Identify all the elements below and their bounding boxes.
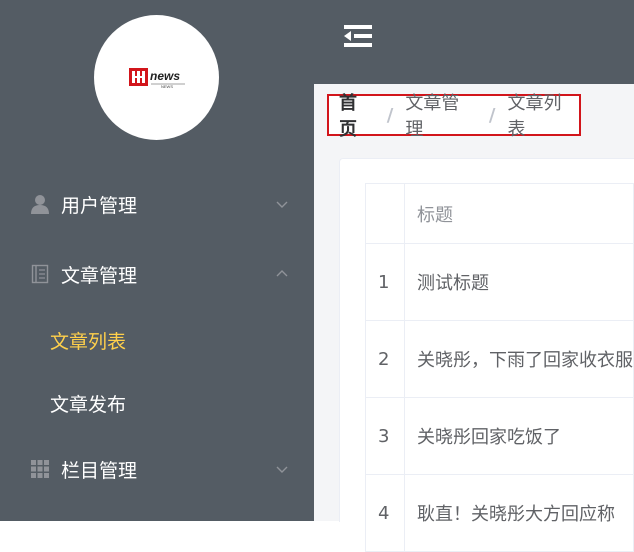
row-index: 1 (365, 243, 405, 321)
sidebar-item-user-management[interactable]: 用户管理 (0, 176, 314, 232)
table-header: 标题 (365, 183, 634, 244)
document-icon (30, 264, 50, 284)
row-title: 耿直！关晓彤大方回应称 (404, 474, 634, 552)
table-row[interactable]: 3 关晓彤回家吃饭了 (365, 397, 634, 475)
sidebar-subitem-article-publish[interactable]: 文章发布 (0, 375, 314, 431)
svg-text:NEWS: NEWS (161, 84, 173, 89)
sidebar-item-label: 文章管理 (61, 264, 138, 287)
chevron-down-icon (276, 466, 288, 473)
table-row[interactable]: 1 测试标题 (365, 243, 634, 321)
news-logo-icon: news NEWS (129, 66, 187, 90)
row-index: 3 (365, 397, 405, 475)
sidebar-item-article-management[interactable]: 文章管理 (0, 246, 314, 302)
breadcrumb-home[interactable]: 首页 (339, 89, 375, 141)
breadcrumb-article-management: 文章管理 (405, 93, 460, 140)
logo: news NEWS (94, 15, 219, 140)
table-row[interactable]: 4 耿直！关晓彤大方回应称 (365, 474, 634, 552)
svg-text:news: news (150, 69, 180, 83)
chevron-up-icon (276, 270, 288, 277)
row-index: 4 (365, 474, 405, 552)
sidebar-subitem-label: 文章列表 (50, 330, 127, 353)
sidebar-item-label: 用户管理 (61, 194, 138, 217)
breadcrumb-separator: / (386, 104, 394, 126)
row-title: 测试标题 (404, 243, 634, 321)
sidebar-item-column-management[interactable]: 栏目管理 (0, 441, 314, 497)
breadcrumb: 首页 / 文章管理 / 文章列表 (327, 93, 581, 140)
header-index (365, 183, 405, 244)
menu-fold-icon[interactable] (342, 24, 374, 48)
breadcrumb-separator: / (488, 104, 496, 126)
sidebar-item-label: 栏目管理 (61, 459, 138, 482)
row-index: 2 (365, 320, 405, 398)
table-row[interactable]: 2 关晓彤，下雨了回家收衣服 (365, 320, 634, 398)
sidebar-subitem-label: 文章发布 (50, 393, 127, 416)
row-title: 关晓彤，下雨了回家收衣服 (404, 320, 634, 398)
sidebar: news NEWS 用户管理 文章管理 文章列表 文章发布 栏目管理 (0, 0, 314, 521)
header-title: 标题 (404, 183, 634, 244)
sidebar-subitem-article-list[interactable]: 文章列表 (0, 312, 314, 368)
user-icon (30, 194, 50, 214)
article-table: 标题 1 测试标题 2 关晓彤，下雨了回家收衣服 3 关晓彤回家吃饭了 4 耿直… (365, 183, 634, 552)
breadcrumb-article-list: 文章列表 (507, 93, 562, 140)
chevron-down-icon (276, 201, 288, 208)
grid-icon (30, 459, 50, 479)
row-title: 关晓彤回家吃饭了 (404, 397, 634, 475)
